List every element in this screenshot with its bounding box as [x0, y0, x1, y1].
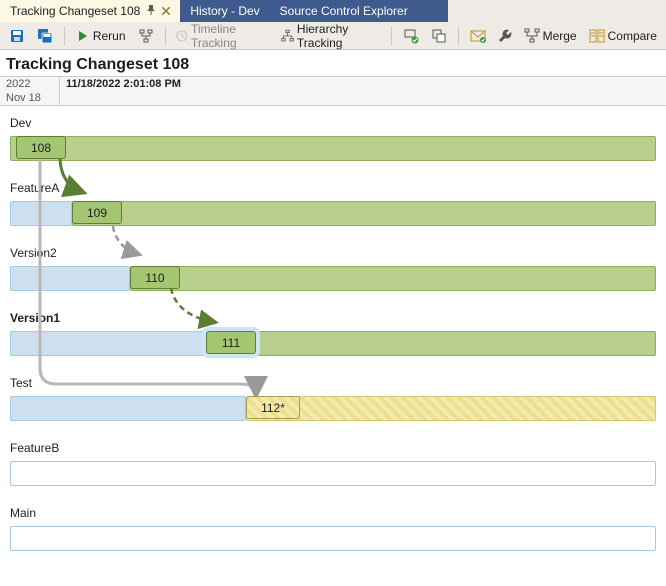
- tab-label: Source Control Explorer: [280, 4, 408, 18]
- changeset-node[interactable]: 110: [130, 266, 180, 289]
- toolbar-separator: [458, 27, 459, 45]
- rerun-label: Rerun: [93, 29, 126, 43]
- branch-lane[interactable]: [10, 526, 656, 551]
- branch-bar-after: [72, 201, 656, 226]
- changeset-node[interactable]: 112*: [246, 396, 300, 419]
- branch-row: Main: [0, 504, 666, 551]
- toolbar-separator: [391, 27, 392, 45]
- branch-row: Version2 110: [0, 244, 666, 291]
- settings-button[interactable]: [493, 26, 517, 46]
- rerun-button[interactable]: Rerun: [71, 26, 131, 46]
- toolbar-separator: [165, 27, 166, 45]
- branch-lane[interactable]: 110: [10, 266, 656, 291]
- toolbar: Rerun Timeline Tracking Hierarchy Tracki…: [0, 22, 666, 50]
- branch-bar-after: [206, 331, 656, 356]
- branch-bar-before: [10, 266, 130, 291]
- day-cell: Nov 18: [0, 91, 60, 105]
- tracking-canvas: Dev 108 FeatureA 109 Version2 110 Version1 111 T…: [0, 106, 666, 551]
- timestamp-cell: 11/18/2022 2:01:08 PM: [60, 77, 187, 91]
- branch-bar-before: [10, 331, 206, 356]
- branch-lane[interactable]: 109: [10, 201, 656, 226]
- branch-label: Main: [0, 504, 666, 522]
- timeline-label: Timeline Tracking: [191, 22, 269, 50]
- branch-lane[interactable]: [10, 461, 656, 486]
- branch-bar-after: [246, 396, 656, 421]
- branch-lane[interactable]: 112*: [10, 396, 656, 421]
- branch-bar-before: [10, 201, 72, 226]
- branch-row: FeatureB: [0, 439, 666, 486]
- tab-label: History - Dev: [190, 4, 259, 18]
- tab-label: Tracking Changeset 108: [10, 4, 140, 18]
- select-branch-button[interactable]: [398, 25, 424, 47]
- mail-button[interactable]: [465, 26, 491, 46]
- branch-picker-button[interactable]: [133, 25, 159, 47]
- branch-label: Test: [0, 374, 666, 392]
- branch-label: FeatureA: [0, 179, 666, 197]
- branch-lane[interactable]: 108: [10, 136, 656, 161]
- merge-button[interactable]: Merge: [519, 25, 582, 47]
- branch-bar-empty: [10, 526, 656, 551]
- toolbar-separator: [64, 27, 65, 45]
- compare-button[interactable]: Compare: [584, 25, 662, 47]
- branch-bar-after: [130, 266, 656, 291]
- tab-tracking-changeset[interactable]: Tracking Changeset 108: [0, 0, 180, 22]
- save-button[interactable]: [4, 25, 30, 47]
- tab-source-control-explorer[interactable]: Source Control Explorer: [270, 0, 448, 22]
- branch-label: Version2: [0, 244, 666, 262]
- branch-row: Version1 111: [0, 309, 666, 356]
- compare-label: Compare: [608, 29, 657, 43]
- branch-bar-after: [10, 136, 656, 161]
- branch-label: FeatureB: [0, 439, 666, 457]
- pin-icon[interactable]: [146, 4, 156, 18]
- tab-bar: Tracking Changeset 108 History - Dev Sou…: [0, 0, 666, 22]
- branch-bar-empty: [10, 461, 656, 486]
- branch-bar-before: [10, 396, 246, 421]
- save-all-button[interactable]: [32, 25, 58, 47]
- year-cell: 2022: [0, 77, 60, 91]
- changeset-node[interactable]: 109: [72, 201, 122, 224]
- hierarchy-label: Hierarchy Tracking: [297, 22, 380, 50]
- branch-row: Test 112*: [0, 374, 666, 421]
- close-icon[interactable]: [162, 4, 170, 18]
- copy-button[interactable]: [426, 25, 452, 47]
- date-header: 2022 11/18/2022 2:01:08 PM Nov 18: [0, 76, 666, 106]
- branch-label: Version1: [0, 309, 666, 327]
- changeset-node[interactable]: 108: [16, 136, 66, 159]
- branch-label: Dev: [0, 114, 666, 132]
- hierarchy-tracking-button[interactable]: Hierarchy Tracking: [276, 19, 385, 53]
- changeset-node[interactable]: 111: [206, 331, 256, 354]
- page-title: Tracking Changeset 108: [0, 50, 666, 76]
- merge-label: Merge: [543, 29, 577, 43]
- branch-row: Dev 108: [0, 114, 666, 161]
- timeline-tracking-button[interactable]: Timeline Tracking: [171, 19, 273, 53]
- branch-lane[interactable]: 111: [10, 331, 656, 356]
- branch-row: FeatureA 109: [0, 179, 666, 226]
